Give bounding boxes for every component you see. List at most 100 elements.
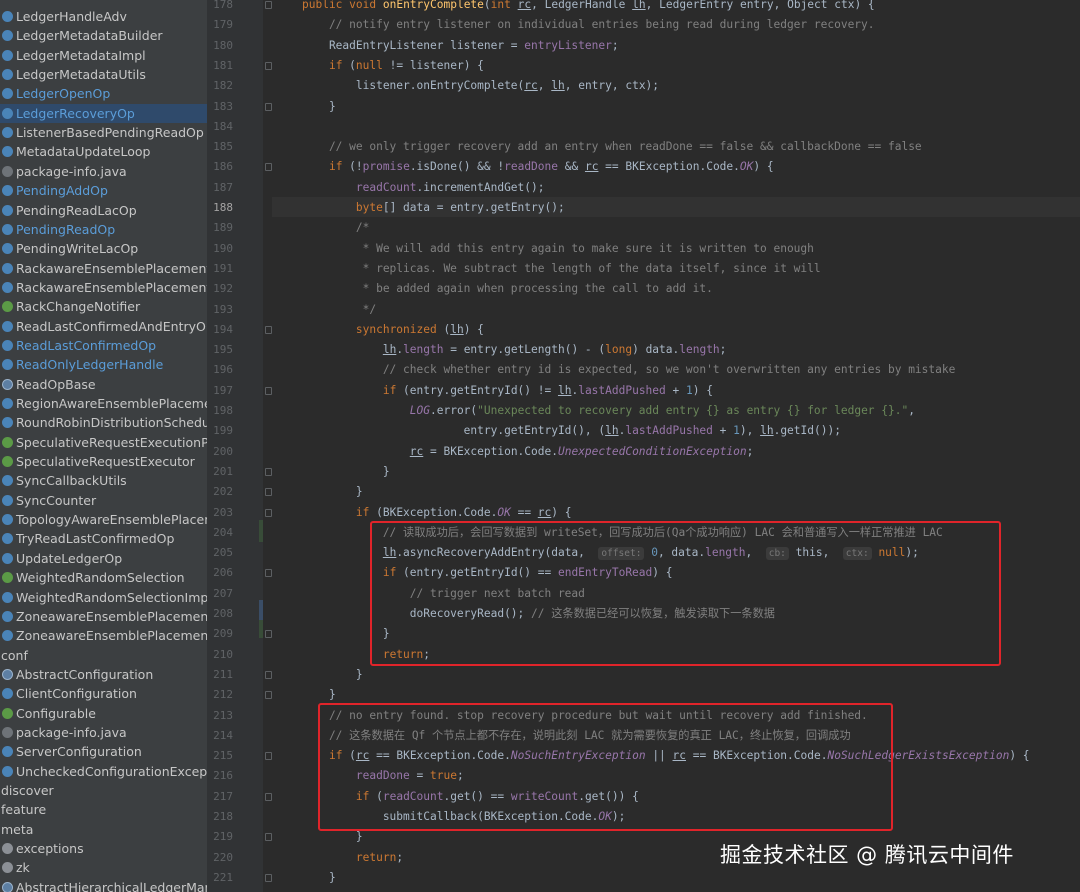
code-line[interactable]: if (null != listener) { (302, 56, 484, 76)
tree-item[interactable]: ListenerBasedPendingReadOp (0, 123, 207, 142)
tree-item[interactable]: LedgerMetadataBuilder (0, 26, 207, 45)
code-line[interactable]: LOG.error("Unexpected to recovery add en… (302, 401, 915, 421)
line-number: 204 (213, 525, 233, 539)
fold-marker-icon[interactable] (265, 488, 272, 497)
code-line[interactable]: if (!promise.isDone() && !readDone && rc… (302, 157, 774, 177)
tree-item[interactable]: RackChangeNotifier (0, 297, 207, 316)
tree-item[interactable]: ServerConfiguration (0, 742, 207, 761)
code-line[interactable]: /* (302, 218, 369, 238)
code-line[interactable]: */ (302, 300, 376, 320)
tree-item[interactable]: UpdateLedgerOp (0, 549, 207, 568)
highlight-box-recovery-add (370, 521, 1001, 666)
code-line[interactable]: // we only trigger recovery add an entry… (302, 137, 922, 157)
tree-item[interactable]: feature (0, 800, 207, 819)
class-icon (2, 630, 13, 642)
fold-marker-icon[interactable] (265, 569, 272, 578)
fold-marker-icon[interactable] (265, 467, 272, 476)
code-line[interactable]: ReadEntryListener listener = entryListen… (302, 36, 619, 56)
code-line[interactable]: } (302, 462, 390, 482)
code-line[interactable]: rc = BKException.Code.UnexpectedConditio… (302, 442, 754, 462)
code-line[interactable]: byte[] data = entry.getEntry(); (302, 198, 565, 218)
tree-item[interactable]: WeightedRandomSelectionImpl (0, 588, 207, 607)
tree-item[interactable]: LedgerOpenOp (0, 84, 207, 103)
tree-item[interactable]: meta (0, 820, 207, 839)
fold-marker-icon[interactable] (265, 61, 272, 70)
fold-marker-icon[interactable] (265, 670, 272, 679)
fold-marker-icon[interactable] (265, 691, 272, 700)
tree-item[interactable]: TopologyAwareEnsemblePlaceme (0, 510, 207, 529)
tree-item[interactable]: ReadLastConfirmedAndEntryOp (0, 317, 207, 336)
tree-item[interactable]: LedgerRecoveryOp (0, 103, 207, 123)
fold-marker-icon[interactable] (265, 752, 272, 761)
fold-marker-icon[interactable] (265, 325, 272, 334)
code-line[interactable]: // notify entry listener on individual e… (302, 15, 875, 35)
tree-item[interactable]: ReadOnlyLedgerHandle (0, 355, 207, 374)
tree-item[interactable]: package-info.java (0, 162, 207, 181)
code-line[interactable]: if (BKException.Code.OK == rc) { (302, 503, 572, 523)
code-line[interactable]: } (302, 665, 363, 685)
tree-item[interactable]: ReadOpBase (0, 375, 207, 394)
code-line[interactable]: * be added again when processing the cal… (302, 279, 713, 299)
fold-marker-icon[interactable] (265, 386, 272, 395)
tree-item-label: conf (1, 647, 28, 663)
tree-item[interactable]: discover (0, 781, 207, 800)
line-number: 207 (213, 586, 233, 600)
tree-item[interactable]: PendingReadLacOp (0, 201, 207, 220)
tree-item[interactable]: conf (0, 646, 207, 665)
tree-item[interactable]: SpeculativeRequestExecutor (0, 452, 207, 471)
code-line[interactable]: readCount.incrementAndGet(); (302, 178, 545, 198)
tree-item[interactable]: Configurable (0, 704, 207, 723)
fold-marker-icon[interactable] (265, 508, 272, 517)
tree-item[interactable]: SpeculativeRequestExecutionPol (0, 433, 207, 452)
tree-item-label: ServerConfiguration (16, 744, 142, 760)
tree-item[interactable]: AbstractConfiguration (0, 665, 207, 684)
code-line[interactable]: entry.getEntryId(), (lh.lastAddPushed + … (302, 421, 841, 441)
code-line[interactable]: } (302, 868, 336, 888)
fold-marker-icon[interactable] (265, 792, 272, 801)
tree-item[interactable]: RackawareEnsemblePlacementP (0, 259, 207, 278)
class-icon (2, 281, 13, 293)
line-number: 183 (213, 99, 233, 113)
tree-item[interactable]: PendingReadOp (0, 220, 207, 239)
fold-marker-icon[interactable] (265, 102, 272, 111)
tree-item[interactable]: WeightedRandomSelection (0, 568, 207, 587)
line-number: 214 (213, 728, 233, 742)
fold-marker-icon[interactable] (265, 833, 272, 842)
code-line[interactable]: synchronized (lh) { (302, 320, 484, 340)
code-line[interactable]: if (entry.getEntryId() != lh.lastAddPush… (302, 381, 713, 401)
tree-item[interactable]: RackawareEnsemblePlacementP (0, 278, 207, 297)
code-line[interactable]: } (302, 482, 363, 502)
tree-item[interactable]: UncheckedConfigurationExcepti (0, 762, 207, 781)
fold-marker-icon[interactable] (265, 873, 272, 882)
code-line[interactable]: return; (302, 848, 403, 868)
tree-item[interactable]: RoundRobinDistributionSchedule (0, 413, 207, 432)
code-line[interactable]: lh.length = entry.getLength() - (long) d… (302, 340, 727, 360)
code-line[interactable]: * We will add this entry again to make s… (302, 239, 814, 259)
tree-item[interactable]: TryReadLastConfirmedOp (0, 529, 207, 548)
tree-item[interactable]: LedgerMetadataUtils (0, 65, 207, 84)
tree-item[interactable]: MetadataUpdateLoop (0, 142, 207, 161)
tree-item[interactable]: AbstractHierarchicalLedgerMana (0, 878, 207, 892)
tree-item[interactable]: exceptions (0, 839, 207, 858)
tree-item[interactable]: SyncCounter (0, 491, 207, 510)
tree-item[interactable]: zk (0, 858, 207, 877)
tree-item[interactable]: LedgerMetadataImpl (0, 46, 207, 65)
code-line[interactable]: * replicas. We subtract the length of th… (302, 259, 821, 279)
code-line[interactable]: public void onEntryComplete(int rc, Ledg… (302, 0, 875, 15)
tree-item[interactable]: LedgerHandleAdv (0, 7, 207, 26)
code-line[interactable]: listener.onEntryComplete(rc, lh, entry, … (302, 76, 659, 96)
tree-item[interactable]: ZoneawareEnsemblePlacementP (0, 607, 207, 626)
tree-item[interactable]: package-info.java (0, 723, 207, 742)
tree-item[interactable]: ReadLastConfirmedOp (0, 336, 207, 355)
fold-marker-icon[interactable] (265, 630, 272, 639)
tree-item[interactable]: PendingAddOp (0, 181, 207, 200)
tree-item[interactable]: PendingWriteLacOp (0, 239, 207, 258)
tree-item[interactable]: ZoneawareEnsemblePlacementP (0, 626, 207, 645)
tree-item[interactable]: SyncCallbackUtils (0, 471, 207, 490)
code-line[interactable]: // check whether entry id is expected, s… (302, 360, 956, 380)
tree-item[interactable]: RegionAwareEnsemblePlacemen (0, 394, 207, 413)
fold-marker-icon[interactable] (265, 1, 272, 9)
tree-item[interactable]: ClientConfiguration (0, 684, 207, 703)
code-line[interactable]: } (302, 97, 336, 117)
fold-marker-icon[interactable] (265, 163, 272, 172)
